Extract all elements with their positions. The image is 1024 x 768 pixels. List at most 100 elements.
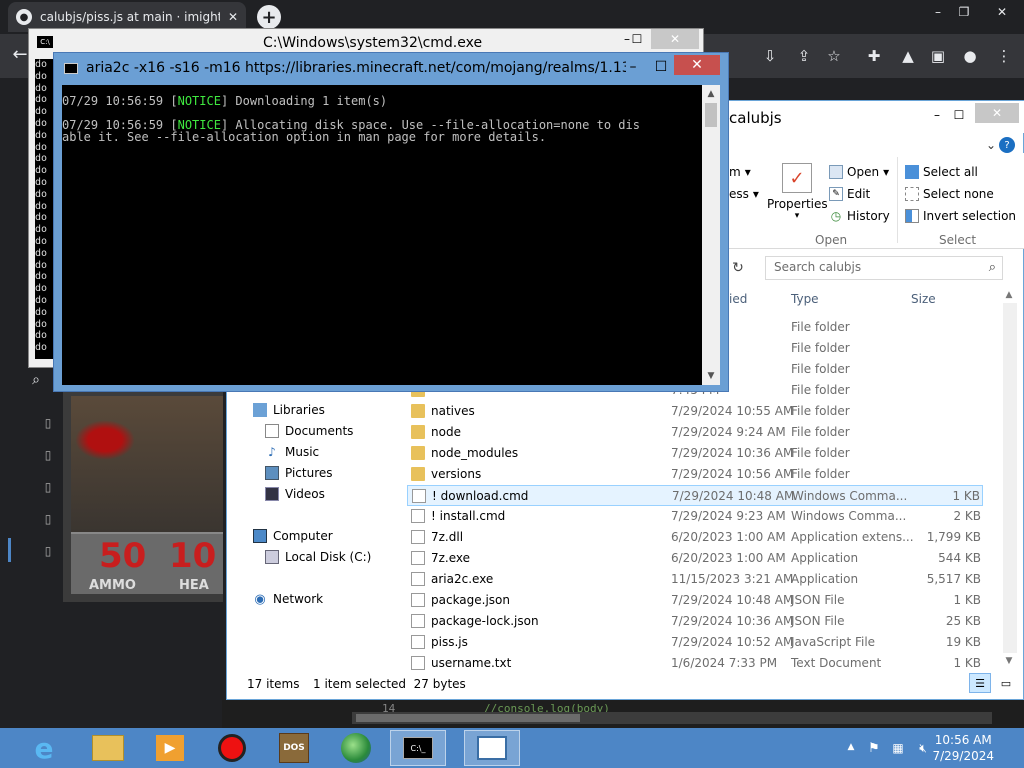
nav-local-disk[interactable]: Local Disk (C:): [265, 550, 371, 564]
browser-button[interactable]: [328, 730, 384, 766]
cmd-maximize-button[interactable]: ☐: [627, 29, 647, 49]
file-row[interactable]: piss.js 7/29/2024 10:52 AM JavaScript File…: [407, 632, 983, 653]
close-tab-icon[interactable]: ✕: [228, 10, 238, 24]
invert-selection-button[interactable]: Invert selection: [905, 209, 1016, 223]
large-icons-view-icon[interactable]: ▭: [995, 673, 1017, 693]
file-row[interactable]: 7z.dll 6/20/2023 1:00 AM Application exten…: [407, 527, 983, 548]
column-date-modified[interactable]: ied: [729, 292, 747, 306]
file-row[interactable]: username.txt 1/6/2024 7:33 PM Text Documen…: [407, 653, 983, 674]
back-arrow-icon[interactable]: ←: [10, 44, 30, 65]
scroll-up-icon[interactable]: ▲: [704, 87, 718, 101]
refresh-icon[interactable]: ↻: [729, 259, 747, 277]
close-button[interactable]: ✕: [984, 2, 1020, 22]
select-none-button[interactable]: Select none: [905, 187, 994, 201]
nav-computer[interactable]: Computer: [253, 529, 333, 543]
folder-icon: [92, 735, 124, 761]
show-hidden-icons-icon[interactable]: ▲: [844, 740, 858, 754]
system-clock[interactable]: 10:56 AM 7/29/2024: [932, 732, 994, 764]
scroll-down-icon[interactable]: ▼: [1001, 653, 1017, 669]
share-icon[interactable]: ⇪: [794, 46, 814, 66]
search-icon[interactable]: ⌕: [26, 370, 46, 390]
action-center-flag-icon[interactable]: ⚑: [866, 740, 882, 756]
nav-pictures[interactable]: Pictures: [265, 466, 333, 480]
ammo-value: 50: [99, 536, 147, 576]
media-player-icon: ▶: [156, 735, 184, 761]
file-row[interactable]: 7z.exe 6/20/2023 1:00 AM Application 544 KB: [407, 548, 983, 569]
record-button[interactable]: [204, 730, 260, 766]
file-icon[interactable]: ▯: [40, 510, 56, 528]
explorer-close-button[interactable]: ✕: [975, 103, 1019, 123]
ie-button[interactable]: e: [16, 730, 72, 766]
network-status-icon[interactable]: ▦: [890, 740, 906, 756]
vertical-scrollbar[interactable]: [1003, 303, 1017, 653]
cmd-close-button[interactable]: ✕: [651, 29, 699, 49]
select-all-button[interactable]: Select all: [905, 165, 978, 179]
nav-network[interactable]: ◉ Network: [253, 592, 323, 607]
scrollbar-thumb[interactable]: [356, 714, 580, 722]
file-row[interactable]: package-lock.json 7/29/2024 10:36 AM JSON …: [407, 611, 983, 632]
install-icon[interactable]: ⇩: [760, 46, 780, 66]
nav-documents[interactable]: Documents: [265, 424, 353, 438]
file-row[interactable]: ! download.cmd 7/29/2024 10:48 AM Windows …: [407, 485, 983, 506]
file-date: 7/29/2024 10:48 AM: [671, 593, 794, 607]
open-button[interactable]: Open ▾: [829, 165, 889, 179]
file-row[interactable]: aria2c.exe 11/15/2023 3:21 AM Application 5…: [407, 569, 983, 590]
file-explorer-button[interactable]: [80, 730, 136, 766]
item-count: 17 items: [247, 677, 300, 691]
properties-button[interactable]: ✓ Properties ▾: [767, 163, 828, 233]
menu-icon[interactable]: ⋮: [994, 46, 1014, 66]
column-size[interactable]: Size: [911, 292, 936, 306]
cmd-line: do: [35, 342, 48, 354]
explorer-minimize-button[interactable]: –: [927, 105, 947, 125]
aria2c-close-button[interactable]: ✕: [674, 55, 720, 75]
file-icon[interactable]: ▯: [40, 446, 56, 464]
file-row[interactable]: node 7/29/2024 9:24 AM File folder: [407, 422, 983, 443]
history-button[interactable]: ◷ History: [829, 209, 890, 223]
file-icon[interactable]: ▯: [40, 414, 56, 432]
file-row[interactable]: node_modules 7/29/2024 10:36 AM File folde…: [407, 443, 983, 464]
nav-music[interactable]: ♪ Music: [265, 445, 319, 459]
volume-muted-icon[interactable]: 🔇︎: [914, 740, 932, 756]
nav-videos[interactable]: Videos: [265, 487, 325, 501]
file-row[interactable]: versions 7/29/2024 10:56 AM File folder: [407, 464, 983, 485]
file-icon[interactable]: ▯: [40, 542, 56, 560]
media-player-button[interactable]: ▶: [142, 730, 198, 766]
file-row[interactable]: package.json 7/29/2024 10:48 AM JSON File 1…: [407, 590, 983, 611]
console-scrollbar[interactable]: ▲ ▼: [702, 85, 720, 385]
aria2c-maximize-button[interactable]: ☐: [648, 57, 674, 77]
dosbox-button[interactable]: DOS: [266, 730, 322, 766]
aria2c-console-window[interactable]: aria2c -x16 -s16 -m16 https://libraries.…: [53, 52, 729, 392]
explorer-button[interactable]: [464, 730, 520, 766]
ribbon-collapse-icon[interactable]: ⌄: [983, 137, 999, 153]
nav-libraries[interactable]: Libraries: [253, 403, 325, 417]
labs-icon[interactable]: ▲: [898, 46, 918, 66]
profile-icon[interactable]: ●: [960, 46, 980, 66]
scroll-down-icon[interactable]: ▼: [704, 369, 718, 383]
file-row[interactable]: natives 7/29/2024 10:55 AM File folder: [407, 401, 983, 422]
file-size: 544 KB: [938, 551, 981, 565]
edit-button[interactable]: ✎ Edit: [829, 187, 870, 201]
extensions-icon[interactable]: ✚: [864, 46, 884, 66]
aria2c-minimize-button[interactable]: –: [620, 57, 646, 77]
file-type: Application: [791, 572, 859, 586]
blood-splatter: [75, 420, 135, 460]
file-row[interactable]: ! install.cmd 7/29/2024 9:23 AM Windows Co…: [407, 506, 983, 527]
details-view-icon[interactable]: ☰: [969, 673, 991, 693]
search-input[interactable]: Search calubjs ⌕: [765, 256, 1003, 280]
help-icon[interactable]: ?: [999, 137, 1015, 153]
cmd-button[interactable]: C:\_: [390, 730, 446, 766]
explorer-maximize-button[interactable]: ☐: [949, 105, 969, 125]
bookmark-star-icon[interactable]: ☆: [824, 46, 844, 66]
ribbon-partial-item[interactable]: m ▾: [729, 165, 751, 179]
ribbon-partial-item[interactable]: ess ▾: [729, 187, 759, 201]
file-icon[interactable]: ▯: [40, 478, 56, 496]
side-panel-icon[interactable]: ▣: [928, 46, 948, 66]
dosbox-game-view[interactable]: 50 AMMO 10 HEA: [63, 392, 223, 602]
new-tab-button[interactable]: +: [257, 5, 281, 29]
column-type[interactable]: Type: [791, 292, 819, 306]
restore-button[interactable]: ❐: [950, 2, 978, 22]
console-scroll-thumb[interactable]: [705, 103, 717, 127]
minimize-button[interactable]: –: [924, 2, 952, 22]
scroll-up-icon[interactable]: ▲: [1001, 287, 1017, 303]
horizontal-scrollbar[interactable]: [352, 712, 992, 724]
